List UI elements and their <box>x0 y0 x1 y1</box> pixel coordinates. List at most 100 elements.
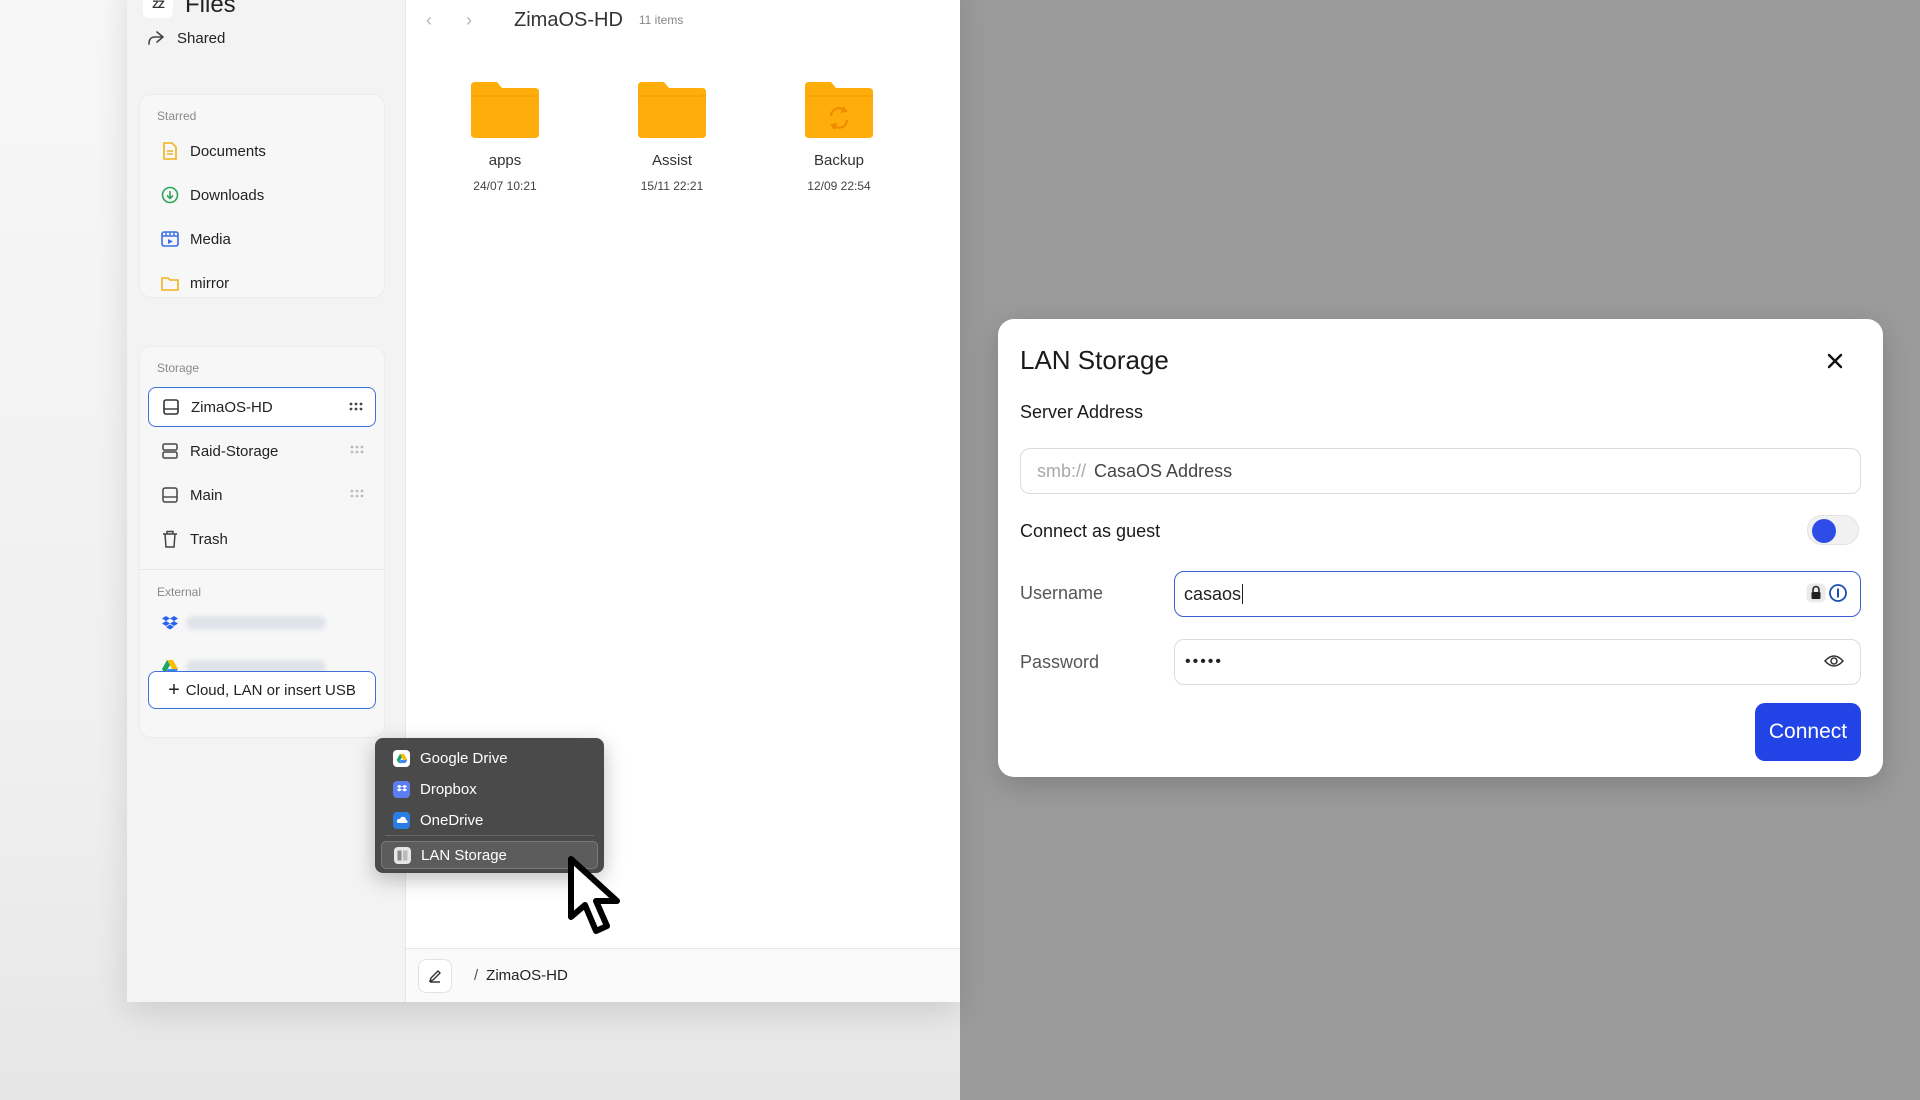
app-logo: ZZ <box>143 0 173 18</box>
starred-section-label: Starred <box>157 109 197 123</box>
forward-arrow-icon[interactable]: › <box>466 10 506 31</box>
file-date: 12/09 22:54 <box>807 179 871 193</box>
sidebar-item-documents[interactable]: Documents <box>148 131 376 171</box>
file-item-backup[interactable]: Backup 12/09 22:54 <box>774 82 904 193</box>
pencil-icon <box>428 969 441 983</box>
folder-title: ZimaOS-HD <box>514 8 623 31</box>
drag-handle-icon[interactable] <box>349 402 363 412</box>
download-icon <box>160 185 180 205</box>
sidebar-item-mirror[interactable]: mirror <box>148 263 376 303</box>
password-manager-icons[interactable] <box>1806 583 1848 603</box>
path-bar: / ZimaOS-HD <box>406 948 960 1002</box>
guest-toggle[interactable] <box>1807 515 1859 545</box>
menu-divider <box>385 835 594 836</box>
drag-handle-icon[interactable] <box>350 489 364 499</box>
password-field[interactable]: ••••• <box>1174 639 1861 685</box>
close-icon <box>1827 353 1843 369</box>
sidebar-item-label: Trash <box>190 530 228 548</box>
username-value: casaos <box>1184 583 1242 604</box>
connect-as-guest-label: Connect as guest <box>1020 521 1161 541</box>
raid-icon <box>160 441 180 461</box>
folder-icon <box>471 82 539 138</box>
app-title: Files <box>185 0 236 18</box>
toggle-knob <box>1812 519 1836 543</box>
sidebar-item-raid-storage[interactable]: Raid-Storage <box>148 431 376 471</box>
file-name: apps <box>488 152 522 169</box>
menu-item-onedrive[interactable]: OneDrive <box>381 806 598 834</box>
onedrive-icon <box>393 811 410 829</box>
password-manager-icon <box>1829 584 1847 602</box>
folder-icon <box>638 82 706 138</box>
path-segment[interactable]: ZimaOS-HD <box>486 967 568 984</box>
sidebar-item-shared[interactable]: Shared <box>147 26 225 50</box>
storage-section-label: Storage <box>157 361 200 375</box>
dialog-title: LAN Storage <box>1020 345 1169 375</box>
folder-icon <box>160 273 180 293</box>
external-section-label: External <box>157 585 202 599</box>
path-separator: / <box>474 967 479 984</box>
menu-item-label: Google Drive <box>420 749 508 767</box>
sidebar-item-label: Media <box>190 230 231 248</box>
add-storage-label: Cloud, LAN or insert USB <box>185 681 356 699</box>
show-password-eye-icon[interactable] <box>1824 653 1844 669</box>
blurred-account-name <box>186 616 326 630</box>
file-item-apps[interactable]: apps 24/07 10:21 <box>440 82 570 193</box>
document-icon <box>160 141 180 161</box>
media-icon <box>160 229 180 249</box>
close-button[interactable] <box>1823 349 1847 373</box>
sidebar: ZZ Files Shared Starred Documents Downlo… <box>127 0 405 1002</box>
server-address-label: Server Address <box>1020 402 1144 422</box>
lan-storage-dialog: LAN Storage Server Address smb:// CasaOS… <box>998 319 1883 777</box>
sidebar-item-media[interactable]: Media <box>148 219 376 259</box>
drive-icon <box>161 397 181 417</box>
menu-item-label: OneDrive <box>420 811 484 829</box>
server-address-placeholder: CasaOS Address <box>1094 460 1233 481</box>
connect-button[interactable]: Connect <box>1755 703 1861 761</box>
lan-storage-icon <box>394 846 411 864</box>
password-label: Password <box>1020 652 1100 672</box>
back-arrow-icon[interactable]: ‹ <box>426 10 466 31</box>
section-divider <box>140 569 384 570</box>
sidebar-item-main[interactable]: Main <box>148 475 376 515</box>
text-caret <box>1242 584 1244 604</box>
dropbox-icon <box>393 780 410 798</box>
server-address-input[interactable]: smb:// CasaOS Address <box>1020 448 1861 494</box>
file-name: Assist <box>651 152 692 169</box>
starred-panel: Starred Documents Downloads Media mirror <box>139 94 385 298</box>
trash-icon <box>160 529 180 549</box>
sidebar-item-trash[interactable]: Trash <box>148 519 376 559</box>
google-drive-icon <box>393 749 410 767</box>
share-icon <box>148 31 164 45</box>
menu-item-label: Dropbox <box>420 780 477 798</box>
sidebar-item-label: mirror <box>190 274 230 292</box>
storage-panel: Storage ZimaOS-HD Raid-Storage Main Tras… <box>139 346 385 738</box>
sidebar-item-downloads[interactable]: Downloads <box>148 175 376 215</box>
sync-folder-icon <box>805 82 873 138</box>
menu-item-dropbox[interactable]: Dropbox <box>381 775 598 803</box>
sidebar-item-label: Raid-Storage <box>190 442 279 460</box>
sidebar-item-label: Main <box>190 486 223 504</box>
protocol-prefix: smb:// <box>1037 460 1087 481</box>
edit-path-button[interactable] <box>418 958 452 993</box>
menu-item-google-drive[interactable]: Google Drive <box>381 744 598 772</box>
file-item-assist[interactable]: Assist 15/11 22:21 <box>607 82 737 193</box>
sidebar-item-label: ZimaOS-HD <box>191 398 273 416</box>
drag-handle-icon[interactable] <box>350 445 364 455</box>
menu-item-label: LAN Storage <box>421 846 507 864</box>
username-field[interactable]: casaos <box>1174 571 1861 617</box>
item-count: 11 items <box>638 13 684 27</box>
drive-icon <box>160 485 180 505</box>
dropbox-icon <box>160 613 180 633</box>
sidebar-item-zimaos-hd[interactable]: ZimaOS-HD <box>148 387 376 427</box>
file-date: 15/11 22:21 <box>640 179 704 193</box>
add-storage-menu: Google Drive Dropbox OneDrive LAN Storag… <box>375 738 604 873</box>
app-header: ZZ Files <box>143 0 236 20</box>
sidebar-item-label: Shared <box>177 29 226 47</box>
add-storage-button[interactable]: + Cloud, LAN or insert USB <box>148 671 376 709</box>
breadcrumb: ‹ › ZimaOS-HD 11 items <box>426 0 683 40</box>
lock-icon <box>1806 583 1826 603</box>
username-label: Username <box>1020 583 1104 603</box>
sidebar-item-label: Downloads <box>190 186 265 204</box>
file-name: Backup <box>813 152 865 169</box>
mouse-pointer-icon <box>568 856 620 934</box>
